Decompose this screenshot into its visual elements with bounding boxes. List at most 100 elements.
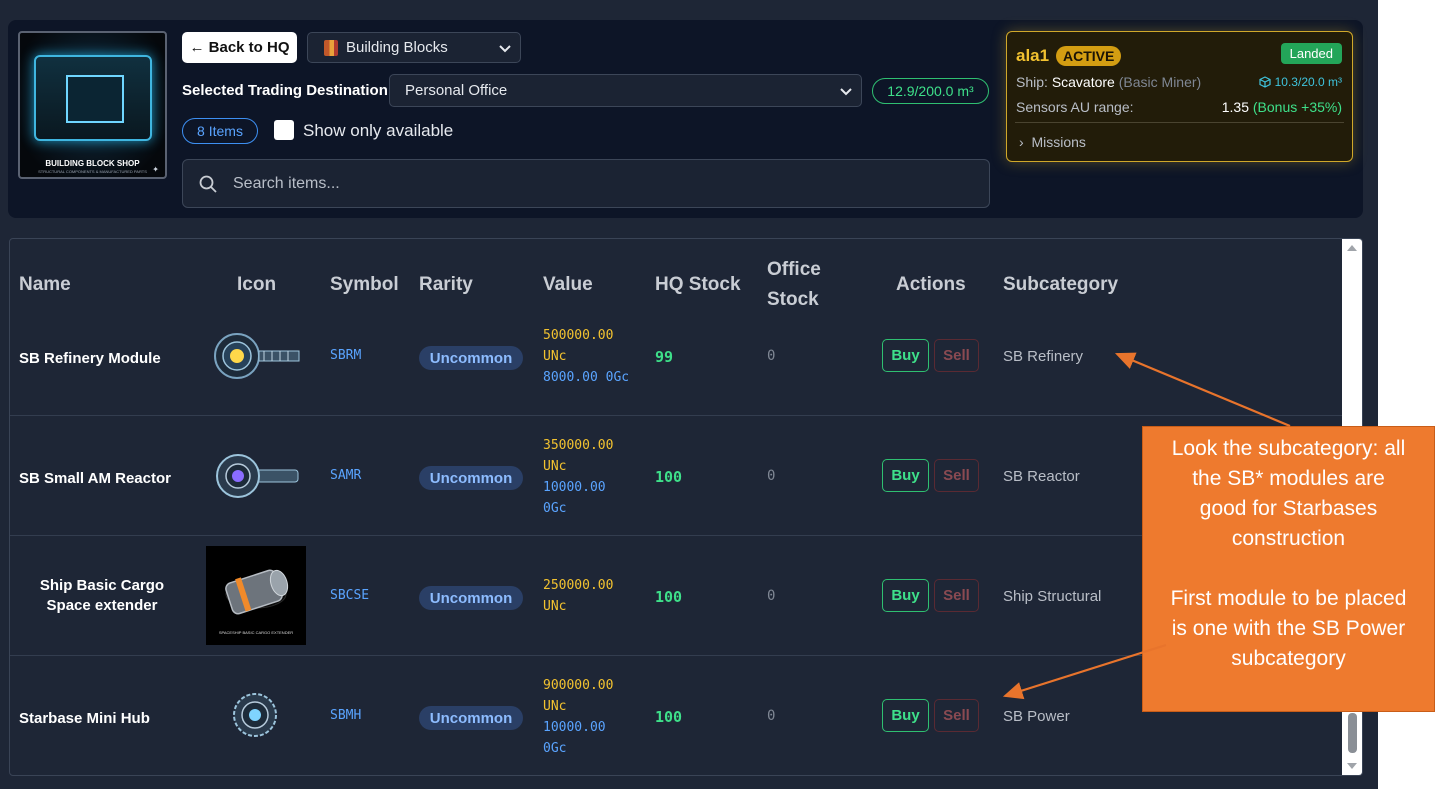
missions-toggle[interactable]: › Missions <box>1019 134 1086 150</box>
hq-stock: 100 <box>655 468 683 486</box>
scrollbar-thumb[interactable] <box>1348 713 1357 753</box>
scroll-up-icon[interactable] <box>1347 245 1357 251</box>
office-stock: 0 <box>767 468 776 484</box>
mini-hub-icon <box>233 693 277 737</box>
missions-label: Missions <box>1031 134 1086 150</box>
value-unc-unit: UNc <box>543 699 567 714</box>
callout-line: subcategory <box>1231 647 1346 670</box>
value-unc-unit: UNc <box>543 349 567 364</box>
callout-spacer <box>1143 554 1434 584</box>
callout-line: is one with the SB Power <box>1171 617 1406 640</box>
value-ogc: 10000.00 <box>543 480 606 495</box>
destination-value: Personal Office <box>405 82 508 99</box>
cargo-value: 10.3/20.0 m³ <box>1274 75 1342 89</box>
office-stock: 0 <box>767 708 776 724</box>
header-symbol[interactable]: Symbol <box>330 274 399 296</box>
item-symbol: SBMH <box>330 708 362 723</box>
value-unc-unit: UNc <box>543 459 567 474</box>
show-available-label[interactable]: Show only available <box>303 121 453 141</box>
scroll-down-icon[interactable] <box>1347 763 1357 769</box>
item-name: Ship Basic Cargo Space extender <box>39 577 165 614</box>
ship-type: (Basic Miner) <box>1118 74 1202 90</box>
back-to-hq-button[interactable]: ← Back to HQ <box>182 32 297 63</box>
capacity-badge: 12.9/200.0 m³ <box>872 78 989 104</box>
ship-name: Scavatore <box>1051 74 1115 90</box>
header-hq-stock[interactable]: HQ Stock <box>655 274 741 296</box>
sensors-value: 1.35 <box>1221 99 1249 115</box>
rarity-badge: Uncommon <box>419 586 523 610</box>
search-box[interactable] <box>182 159 990 208</box>
category-select[interactable]: Building Blocks <box>307 32 521 63</box>
value-unc-unit: UNc <box>543 599 567 614</box>
search-input[interactable] <box>233 170 933 198</box>
rarity-badge: Uncommon <box>419 706 523 730</box>
icon-caption: SPACESHIP BASIC CARGO EXTENDER <box>218 630 294 635</box>
buy-button[interactable]: Buy <box>882 699 929 732</box>
sell-button[interactable]: Sell <box>934 579 979 612</box>
items-count-badge: 8 Items <box>182 118 258 144</box>
callout-line: the SB* modules are <box>1192 467 1385 490</box>
header-name[interactable]: Name <box>19 274 71 296</box>
sparkle-icon: ✦ <box>152 165 159 174</box>
callout-line: good for Starbases <box>1199 497 1378 520</box>
item-symbol: SBCSE <box>330 588 370 603</box>
office-stock: 0 <box>767 588 776 604</box>
callout-line: First module to be placed <box>1170 587 1407 610</box>
building-blocks-icon <box>324 39 338 56</box>
header-subcategory[interactable]: Subcategory <box>1003 274 1118 296</box>
item-value: 350000.00 UNc 10000.00 0Gc <box>543 435 613 519</box>
sell-button[interactable]: Sell <box>934 459 979 492</box>
status-badge: ACTIVE <box>1056 46 1122 66</box>
value-unc: 350000.00 <box>543 438 614 453</box>
ship-label: Ship: <box>1016 74 1048 90</box>
cargo-extender-icon: SPACESHIP BASIC CARGO EXTENDER <box>206 546 306 645</box>
building-illustration <box>34 55 152 141</box>
callout-line: Look the subcategory: all <box>1171 437 1406 460</box>
thumbnail-title: BUILDING BLOCK SHOP <box>45 159 140 168</box>
ship-card: ala1 ACTIVE Landed Ship: Scavatore (Basi… <box>1006 31 1353 162</box>
value-unc: 250000.00 <box>543 578 614 593</box>
category-value: Building Blocks <box>346 39 448 56</box>
item-symbol: SBRM <box>330 348 362 363</box>
header-icon: Icon <box>237 274 277 295</box>
header-value[interactable]: Value <box>543 274 593 296</box>
rarity-badge: Uncommon <box>419 346 523 370</box>
destination-label: Selected Trading Destination: <box>182 82 393 99</box>
ship-owner-name: ala1 <box>1016 46 1050 65</box>
item-symbol: SAMR <box>330 468 362 483</box>
value-ogc: 8000.00 0Gc <box>543 370 630 385</box>
search-icon <box>199 175 217 193</box>
chevron-down-icon <box>840 87 852 95</box>
chevron-right-icon: › <box>1019 134 1024 150</box>
buy-button[interactable]: Buy <box>882 339 929 372</box>
item-value: 250000.00 UNc <box>543 575 613 617</box>
item-name: SB Refinery Module <box>19 350 161 367</box>
annotation-callout: Look the subcategory: all the SB* module… <box>1142 426 1435 712</box>
item-value: 900000.00 UNc 10000.00 0Gc <box>543 675 613 759</box>
chevron-down-icon <box>499 44 511 52</box>
cargo-extender-render <box>225 569 289 615</box>
item-name: SB Small AM Reactor <box>19 470 171 487</box>
buy-button[interactable]: Buy <box>882 459 929 492</box>
header-rarity[interactable]: Rarity <box>419 274 473 296</box>
header-actions: Actions <box>896 274 966 295</box>
cube-icon <box>1259 76 1271 88</box>
sell-button[interactable]: Sell <box>934 339 979 372</box>
item-value: 500000.00 UNc 8000.00 0Gc <box>543 325 629 388</box>
item-subcategory: SB Power <box>1003 708 1070 725</box>
destination-select[interactable]: Personal Office <box>389 74 862 107</box>
header-office-stock-1[interactable]: Office <box>767 259 821 281</box>
ship-info: Ship: Scavatore (Basic Miner) <box>1016 74 1201 90</box>
value-ogc-unit: 0Gc <box>543 501 567 516</box>
sensors-label: Sensors AU range: <box>1016 99 1134 115</box>
callout-line: construction <box>1231 527 1346 550</box>
office-stock: 0 <box>767 348 776 364</box>
sell-button[interactable]: Sell <box>934 699 979 732</box>
hq-stock: 99 <box>655 348 674 366</box>
show-available-checkbox[interactable] <box>274 120 294 140</box>
buy-button[interactable]: Buy <box>882 579 929 612</box>
item-subcategory: Ship Structural <box>1003 588 1102 605</box>
refinery-module-icon <box>214 333 300 379</box>
cargo-info: 10.3/20.0 m³ <box>1259 75 1342 89</box>
value-unc: 500000.00 <box>543 328 614 343</box>
